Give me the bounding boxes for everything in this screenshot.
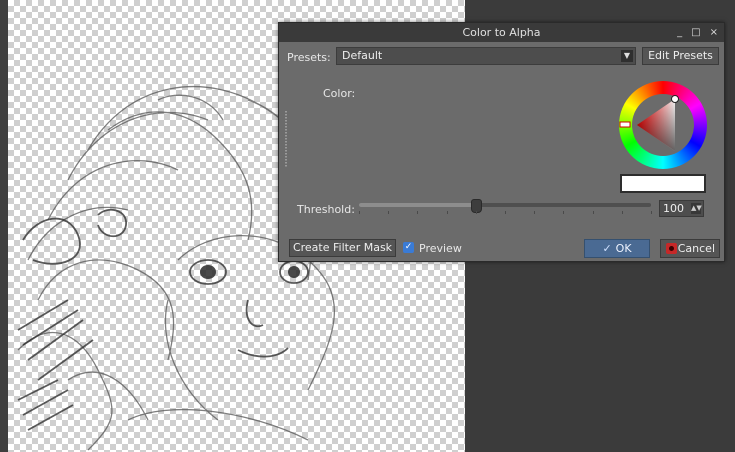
cancel-icon xyxy=(666,243,677,254)
color-label: Color: xyxy=(323,87,356,100)
cancel-label: Cancel xyxy=(677,242,715,255)
minimize-icon[interactable]: _ xyxy=(677,23,682,42)
hue-selector-handle xyxy=(619,121,631,128)
slider-tick xyxy=(388,211,390,214)
threshold-label: Threshold: xyxy=(297,203,355,216)
threshold-value: 100 xyxy=(663,202,684,215)
presets-dropdown[interactable]: Default ▼ xyxy=(336,47,636,65)
saturation-triangle[interactable] xyxy=(619,81,707,169)
slider-tick xyxy=(534,211,536,214)
ok-label: OK xyxy=(615,242,632,255)
preview-checkbox[interactable]: ✓ xyxy=(403,242,414,253)
slider-tick xyxy=(592,211,594,214)
ok-button[interactable]: ✓ OK xyxy=(584,239,650,258)
dialog-title: Color to Alpha xyxy=(462,26,541,39)
dialog-titlebar[interactable]: Color to Alpha _ □ × xyxy=(279,23,724,42)
slider-tick xyxy=(475,211,477,214)
selected-color-swatch[interactable] xyxy=(620,174,706,193)
slider-tick xyxy=(651,211,652,214)
slider-tick xyxy=(505,211,506,214)
presets-value: Default xyxy=(342,49,383,62)
checkmark-icon: ✓ xyxy=(602,242,612,255)
checkmark-icon: ✓ xyxy=(404,242,413,252)
resize-handle[interactable] xyxy=(285,111,287,167)
threshold-slider[interactable] xyxy=(359,199,651,213)
threshold-slider-fill xyxy=(359,203,476,207)
slider-tick xyxy=(417,211,419,214)
slider-tick xyxy=(446,211,448,214)
color-to-alpha-dialog: Color to Alpha _ □ × Presets: Default ▼ … xyxy=(278,22,725,262)
cancel-button[interactable]: Cancel xyxy=(660,239,720,258)
edit-presets-button[interactable]: Edit Presets xyxy=(642,47,719,65)
maximize-icon[interactable]: □ xyxy=(691,23,700,42)
color-selector-handle xyxy=(671,95,679,103)
slider-tick xyxy=(621,211,623,214)
presets-label: Presets: xyxy=(287,51,331,64)
left-panel-edge xyxy=(0,0,8,452)
close-icon[interactable]: × xyxy=(710,23,718,42)
preview-label[interactable]: Preview xyxy=(419,242,462,255)
chevron-down-icon: ▼ xyxy=(621,50,633,62)
slider-tick xyxy=(563,211,565,214)
create-filter-mask-button[interactable]: Create Filter Mask xyxy=(289,239,396,257)
spin-arrows-icon[interactable]: ▲▼ xyxy=(691,203,702,214)
threshold-ticks xyxy=(359,211,652,215)
slider-tick xyxy=(359,211,360,214)
color-wheel-picker[interactable] xyxy=(619,81,707,169)
threshold-spinbox[interactable]: 100 ▲▼ xyxy=(659,200,704,217)
